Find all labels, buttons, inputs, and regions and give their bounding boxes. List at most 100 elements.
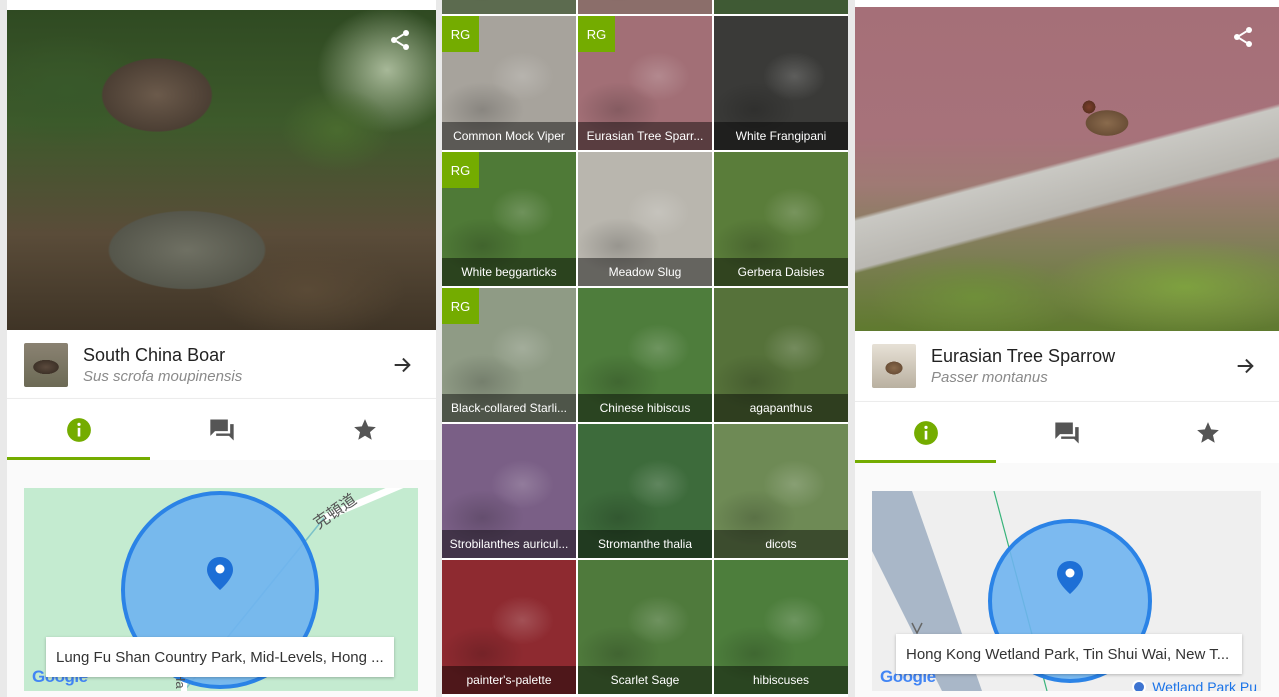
observation-photo[interactable] [7,10,436,330]
tab-info[interactable] [7,399,150,460]
observation-tile[interactable] [714,0,848,14]
tile-photo [578,0,712,14]
tile-taxon-name: Gerbera Daisies [737,265,825,279]
tab-info[interactable] [855,402,997,463]
research-grade-badge: RG [578,16,615,52]
observation-tile[interactable]: RG Common Mock Viper [442,16,576,150]
map-section: 克頓道 Ha Google Lung Fu Shan Country Park,… [7,460,436,697]
tile-taxon-name: Strobilanthes auricul... [449,537,569,551]
star-icon [353,418,376,440]
tile-caption: Common Mock Viper [442,122,576,150]
share-icon [391,30,409,50]
tile-caption: hibiscuses [714,666,848,694]
arrow-right-icon [394,357,411,373]
taxon-row[interactable]: Eurasian Tree Sparrow Passer montanus [855,331,1279,401]
taxon-row[interactable]: South China Boar Sus scrofa moupinensis [7,330,436,400]
map-section: Google Wetland Park Pu Hong Kong Wetland… [855,463,1279,697]
share-icon [1234,27,1252,47]
taxon-common-name: Eurasian Tree Sparrow [931,345,1116,366]
taxon-open-button[interactable] [1225,346,1265,386]
research-grade-badge: RG [442,152,479,188]
tile-caption: Black-collared Starli... [442,394,576,422]
tile-caption: White beggarticks [442,258,576,286]
tile-taxon-name: Black-collared Starli... [450,401,568,415]
place-marker-icon [1132,680,1147,691]
tab-comments[interactable] [996,402,1137,463]
observation-tile[interactable]: RG White beggarticks [442,152,576,286]
observation-detail-sparrow: Eurasian Tree Sparrow Passer montanus Go… [855,0,1279,697]
taxon-scientific-name: Sus scrofa moupinensis [83,367,243,385]
taxon-thumbnail [872,344,916,388]
tile-caption: Strobilanthes auricul... [442,530,576,558]
tile-caption: Stromanthe thalia [578,530,712,558]
observation-tile[interactable] [442,0,576,14]
location-map[interactable]: 克頓道 Ha Google Lung Fu Shan Country Park,… [24,488,418,691]
observation-tile[interactable] [578,0,712,14]
detail-tabs [7,398,436,460]
tile-caption: Chinese hibiscus [578,394,712,422]
tile-caption: Scarlet Sage [578,666,712,694]
taxon-thumbnail [24,343,68,387]
share-button[interactable] [386,26,414,54]
observations-grid-panel: RG Common Mock Viper RG Eurasian Tree Sparr… [442,0,848,697]
tile-photo [714,0,848,14]
location-map[interactable]: Google Wetland Park Pu Hong Kong Wetland… [872,491,1261,691]
observation-tile[interactable]: agapanthus [714,288,848,422]
observation-tile[interactable]: Meadow Slug [578,152,712,286]
observation-tile[interactable]: Gerbera Daisies [714,152,848,286]
taxon-scientific-name: Passer montanus [931,368,1048,386]
tab-favorites[interactable] [293,399,436,460]
tile-caption: painter's-palette [442,666,576,694]
observation-tile[interactable]: hibiscuses [714,560,848,694]
tile-taxon-name: Chinese hibiscus [599,401,691,415]
observation-tile[interactable]: Strobilanthes auricul... [442,424,576,558]
observation-tile[interactable]: painter's-palette [442,560,576,694]
info-icon [913,420,938,445]
location-address[interactable]: Hong Kong Wetland Park, Tin Shui Wai, Ne… [896,634,1242,674]
location-address[interactable]: Lung Fu Shan Country Park, Mid-Levels, H… [46,637,394,677]
map-place-label[interactable]: Wetland Park Pu [1132,679,1257,691]
tile-taxon-name: Scarlet Sage [610,673,680,687]
tile-taxon-name: White Frangipani [735,129,827,143]
observation-tile[interactable]: Chinese hibiscus [578,288,712,422]
observation-tile[interactable]: RG Eurasian Tree Sparr... [578,16,712,150]
comment-icon [1055,422,1079,443]
tile-taxon-name: Stromanthe thalia [597,537,693,551]
tile-taxon-name: painter's-palette [466,673,552,687]
taxon-common-name: South China Boar [83,344,226,365]
screen: South China Boar Sus scrofa moupinensis [0,0,1279,697]
tile-taxon-name: Meadow Slug [608,265,682,279]
info-icon [66,417,91,442]
observation-tile[interactable]: RG Black-collared Starli... [442,288,576,422]
star-icon [1197,421,1220,443]
tile-caption: Eurasian Tree Sparr... [578,122,712,150]
tab-comments[interactable] [150,399,293,460]
observation-tile[interactable]: dicots [714,424,848,558]
observation-tile[interactable]: White Frangipani [714,16,848,150]
tile-taxon-name: Common Mock Viper [453,129,565,143]
tile-caption: dicots [714,530,848,558]
comment-icon [209,419,234,440]
tile-taxon-name: agapanthus [749,401,813,415]
taxon-open-button[interactable] [382,345,422,385]
bird-in-photo [1077,97,1139,141]
tile-taxon-name: hibiscuses [752,673,810,687]
detail-tabs [855,401,1279,463]
tile-taxon-name: Eurasian Tree Sparr... [586,129,704,143]
arrow-right-icon [1237,358,1254,374]
tile-caption: agapanthus [714,394,848,422]
tab-favorites[interactable] [1138,402,1279,463]
tile-caption: White Frangipani [714,122,848,150]
tile-photo [442,0,576,14]
observations-grid: RG Common Mock Viper RG Eurasian Tree Sparr… [442,0,848,694]
tile-taxon-name: dicots [765,537,797,551]
observation-detail-boar: South China Boar Sus scrofa moupinensis [7,0,436,697]
observation-tile[interactable]: Stromanthe thalia [578,424,712,558]
tile-caption: Gerbera Daisies [714,258,848,286]
research-grade-badge: RG [442,16,479,52]
tile-taxon-name: White beggarticks [461,265,557,279]
share-button[interactable] [1229,23,1257,51]
observation-photo[interactable] [855,7,1279,331]
observation-tile[interactable]: Scarlet Sage [578,560,712,694]
map-place-name: Wetland Park Pu [1152,679,1257,691]
